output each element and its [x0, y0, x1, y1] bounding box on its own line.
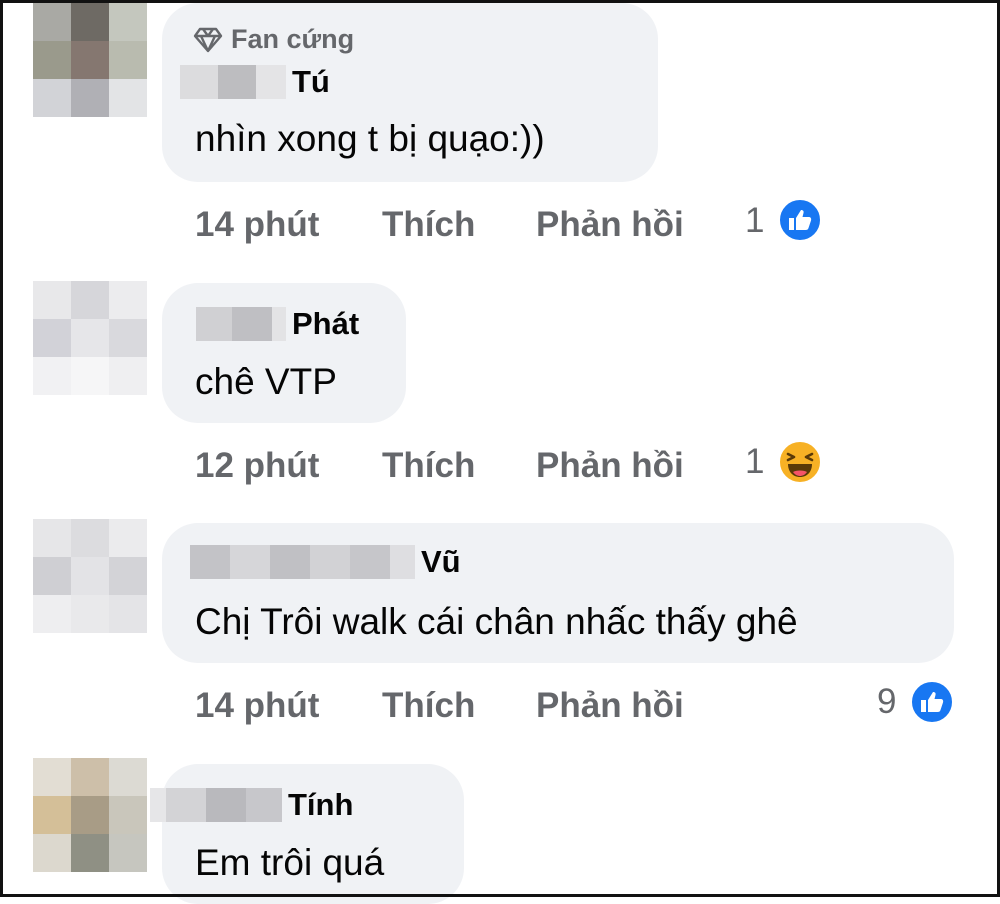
comment-text: chê VTP [195, 361, 337, 402]
comment-text: Em trôi quá [195, 842, 385, 883]
author-row: Tú [180, 64, 330, 100]
blurred-name [196, 307, 232, 341]
blurred-name [230, 545, 270, 579]
diamond-icon [193, 27, 223, 52]
like-icon[interactable] [778, 198, 822, 242]
reply-button[interactable]: Phản hồi [536, 205, 684, 245]
author-name[interactable]: Tú [292, 64, 330, 100]
like-button[interactable]: Thích [382, 446, 475, 486]
haha-icon[interactable] [778, 440, 822, 484]
author-name[interactable]: Tính [288, 787, 353, 823]
blurred-name [180, 65, 218, 99]
author-name[interactable]: Phát [292, 306, 359, 342]
reply-button[interactable]: Phản hồi [536, 686, 684, 726]
comment-text: Chị Trôi walk cái chân nhấc thấy ghê [195, 601, 798, 642]
reply-button[interactable]: Phản hồi [536, 446, 684, 486]
blurred-name [272, 307, 286, 341]
blurred-name [270, 545, 310, 579]
reaction-count[interactable]: 1 [745, 442, 764, 482]
reaction-count[interactable]: 9 [877, 682, 896, 722]
author-row: Vũ [190, 544, 461, 580]
blurred-name [232, 307, 272, 341]
avatar[interactable] [33, 3, 147, 117]
timestamp[interactable]: 14 phút [195, 686, 319, 726]
top-fan-badge[interactable]: Fan cứng [193, 24, 354, 55]
timestamp[interactable]: 12 phút [195, 446, 319, 486]
timestamp[interactable]: 14 phút [195, 205, 319, 245]
comment-text: nhìn xong t bị quạo:)) [195, 118, 545, 159]
author-row: Tính [150, 787, 353, 823]
author-row: Phát [196, 306, 359, 342]
blurred-name [190, 545, 230, 579]
blurred-name [150, 788, 166, 822]
blurred-name [256, 65, 286, 99]
blurred-name [218, 65, 256, 99]
like-icon[interactable] [910, 680, 954, 724]
blurred-name [246, 788, 282, 822]
blurred-name [390, 545, 415, 579]
avatar[interactable] [33, 758, 147, 872]
like-button[interactable]: Thích [382, 205, 475, 245]
blurred-name [166, 788, 206, 822]
like-button[interactable]: Thích [382, 686, 475, 726]
blurred-name [350, 545, 390, 579]
reaction-count[interactable]: 1 [745, 201, 764, 241]
blurred-name [206, 788, 246, 822]
author-name[interactable]: Vũ [421, 544, 461, 580]
badge-label: Fan cứng [231, 24, 355, 54]
avatar[interactable] [33, 519, 147, 633]
avatar[interactable] [33, 281, 147, 395]
blurred-name [310, 545, 350, 579]
